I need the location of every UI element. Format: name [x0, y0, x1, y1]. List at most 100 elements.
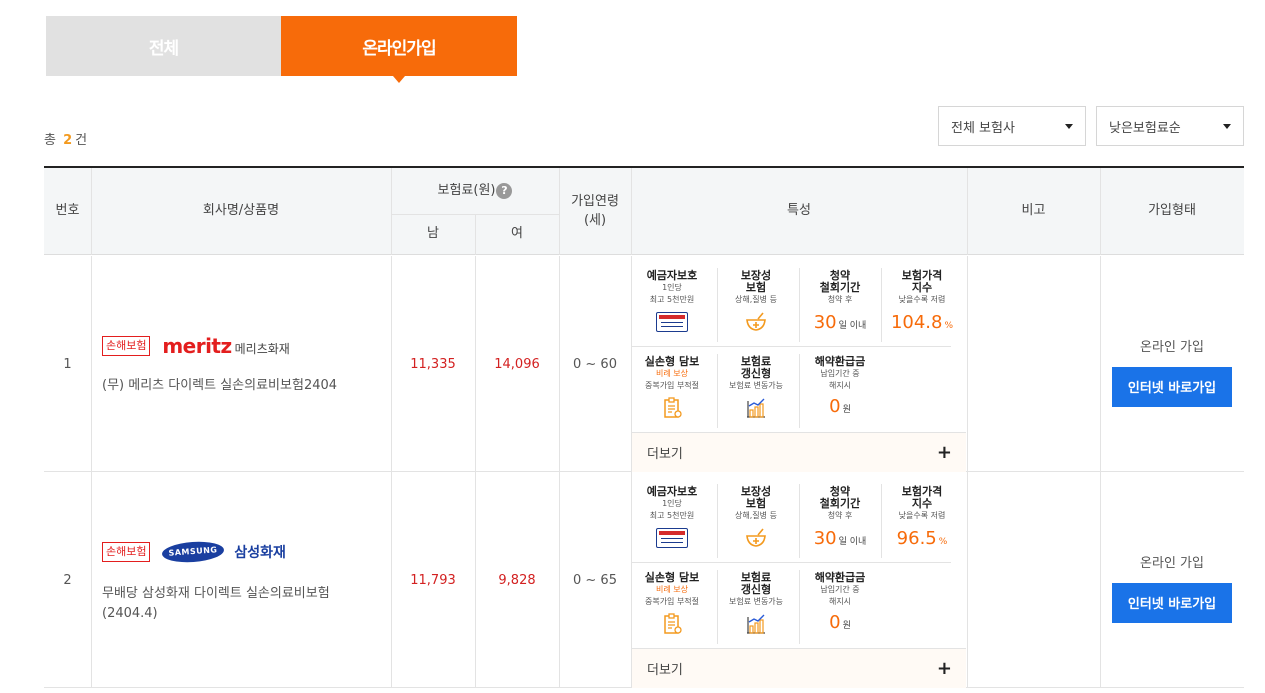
join-age: 0 ~ 65 [573, 572, 617, 588]
feature-sub: 최고 5천만원 [649, 295, 695, 304]
features-panel: 예금자보호 1인당 최고 5천만원 보장성 보험 상해,질병 등 청약 철회기간… [631, 256, 967, 472]
header-features: 특성 [787, 203, 811, 219]
samsung-logo-kor: 삼성화재 [234, 545, 286, 561]
header-male: 남 [427, 226, 439, 242]
kdic-logo-icon [656, 312, 688, 332]
caret-down-icon [1065, 123, 1073, 129]
more-button[interactable]: 더보기 + [631, 648, 966, 688]
company-filter-value: 전체 보험사 [951, 120, 1015, 136]
premium-male: 11,335 [410, 356, 456, 372]
feature-sub: 낮을수록 저렴 [898, 511, 946, 520]
company-cell: 손해보험 SAMSUNG 삼성화재 무배당 삼성화재 다이렉트 실손의료비보험(2… [102, 539, 372, 624]
more-label: 더보기 [647, 663, 683, 678]
feature-deposit-protection: 예금자보호 1인당 최고 5천만원 [631, 264, 713, 348]
tab-online-join[interactable]: 온라인가입 [281, 16, 517, 83]
help-icon[interactable]: ? [496, 183, 513, 199]
feature-sub: 납입기간 중 [820, 369, 860, 378]
feature-protection-insurance: 보장성 보험 상해,질병 등 [715, 264, 797, 348]
feature-title: 철회기간 [819, 497, 861, 510]
feature-value: 0 [829, 396, 841, 417]
count-prefix: 총 [44, 133, 56, 148]
feature-unit: % [938, 537, 948, 547]
feature-sub: 중복가입 부적절 [644, 381, 700, 390]
feature-surrender-value: 해약환급금 납입기간 중 해지시 0원 [799, 566, 881, 650]
medicine-bowl-icon [746, 528, 766, 547]
header-company: 회사명/상품명 [202, 203, 280, 219]
clipboard-icon [664, 613, 682, 634]
header-age-line2: (세) [583, 212, 607, 228]
product-name: (무) 메리츠 다이렉트 실손의료비보험2404 [102, 378, 338, 393]
feature-title: 보험 [745, 281, 767, 294]
feature-sub: 비례 보상 [656, 369, 688, 378]
features-panel: 예금자보호 1인당 최고 5천만원 보장성 보험 상해,질병 등 청약 철회기간… [631, 472, 967, 688]
feature-deposit-protection: 예금자보호 1인당 최고 5천만원 [631, 480, 713, 564]
feature-value: 30 [813, 528, 837, 549]
row-number: 1 [63, 356, 72, 372]
company-cell: 손해보험 meritz 메리츠화재 (무) 메리츠 다이렉트 실손의료비보험240… [102, 334, 372, 396]
feature-cancellation-period: 청약 철회기간 청약 후 30 일 이내 [799, 480, 881, 564]
feature-title: 실손형 담보 [644, 355, 700, 368]
feature-sub: 비례 보상 [656, 585, 688, 594]
feature-sub: 1인당 [662, 283, 682, 292]
sort-select[interactable]: 낮은보험료순 [1096, 106, 1244, 146]
category-badge: 손해보험 [102, 336, 151, 356]
internet-join-button[interactable]: 인터넷 바로가입 [1112, 366, 1232, 407]
caret-down-icon [1223, 123, 1231, 129]
meritz-logo-word: meritz [162, 334, 232, 358]
feature-value: 30 [813, 312, 837, 333]
header-note: 비고 [1021, 203, 1046, 219]
feature-value: 104.8 [890, 312, 943, 333]
join-cell: 온라인 가입 인터넷 바로가입 [1100, 256, 1244, 472]
table-row: 1 손해보험 meritz 메리츠화재 (무) 메리츠 다이렉트 실손의료비보험2… [44, 256, 1244, 472]
feature-renewable-premium: 보험료 갱신형 보험료 변동가능 [715, 350, 797, 434]
header-age: 가입연령 (세) [559, 168, 631, 255]
meritz-logo-kor: 메리츠화재 [234, 342, 290, 356]
feature-sub: 상해,질병 등 [735, 511, 777, 520]
feature-unit: 일 이내 [838, 537, 867, 547]
feature-sub: 보험료 변동가능 [728, 381, 784, 390]
table-header: 번호 회사명/상품명 보험료(원)? 남 여 가입연령 (세) 특성 비고 가입… [44, 168, 1244, 255]
plus-icon: + [936, 658, 952, 679]
feature-cancellation-period: 청약 철회기간 청약 후 30 일 이내 [799, 264, 881, 348]
clipboard-icon [664, 397, 682, 418]
feature-unit: 원 [842, 621, 851, 631]
feature-sub: 상해,질병 등 [735, 295, 777, 304]
feature-sub: 납입기간 중 [820, 585, 860, 594]
product-name: 무배당 삼성화재 다이렉트 실손의료비보험(2404.4) [102, 586, 330, 621]
feature-unit: 원 [842, 405, 851, 415]
category-badge: 손해보험 [102, 542, 151, 562]
feature-title: 갱신형 [740, 583, 772, 596]
feature-title: 철회기간 [819, 281, 861, 294]
chart-trend-icon [747, 398, 765, 418]
plus-icon: + [936, 442, 952, 463]
row-number: 2 [63, 572, 72, 588]
feature-title: 실손형 담보 [644, 571, 700, 584]
header-premium: 보험료(원)? [391, 168, 559, 214]
count-value: 2 [63, 133, 73, 148]
feature-renewable-premium: 보험료 갱신형 보험료 변동가능 [715, 566, 797, 650]
feature-indemnity-coverage: 실손형 담보 비례 보상 중복가입 부적절 [631, 566, 713, 650]
medicine-bowl-icon [746, 312, 766, 331]
more-button[interactable]: 더보기 + [631, 432, 966, 472]
join-type-label: 온라인 가입 [1140, 339, 1204, 355]
company-filter-select[interactable]: 전체 보험사 [938, 106, 1086, 146]
table-row: 2 손해보험 SAMSUNG 삼성화재 무배당 삼성화재 다이렉트 실손의료비보험… [44, 472, 1244, 688]
product-table: 번호 회사명/상품명 보험료(원)? 남 여 가입연령 (세) 특성 비고 가입… [44, 166, 1244, 688]
feature-title: 지수 [911, 497, 933, 510]
feature-surrender-value: 해약환급금 납입기간 중 해지시 0원 [799, 350, 881, 434]
feature-title: 보험 [745, 497, 767, 510]
header-age-line1: 가입연령 [571, 194, 619, 210]
feature-sub: 청약 후 [827, 511, 853, 520]
feature-title: 예금자보호 [646, 485, 698, 498]
internet-join-button[interactable]: 인터넷 바로가입 [1112, 582, 1232, 623]
feature-indemnity-coverage: 실손형 담보 비례 보상 중복가입 부적절 [631, 350, 713, 434]
count-suffix: 건 [75, 133, 88, 148]
chart-trend-icon [747, 614, 765, 634]
kdic-logo-icon [656, 528, 688, 548]
feature-sub: 보험료 변동가능 [728, 597, 784, 606]
join-cell: 온라인 가입 인터넷 바로가입 [1100, 472, 1244, 688]
feature-title: 해약환급금 [814, 355, 866, 368]
sort-value: 낮은보험료순 [1109, 120, 1181, 136]
feature-title: 해약환급금 [814, 571, 866, 584]
tab-all[interactable]: 전체 [46, 16, 281, 76]
